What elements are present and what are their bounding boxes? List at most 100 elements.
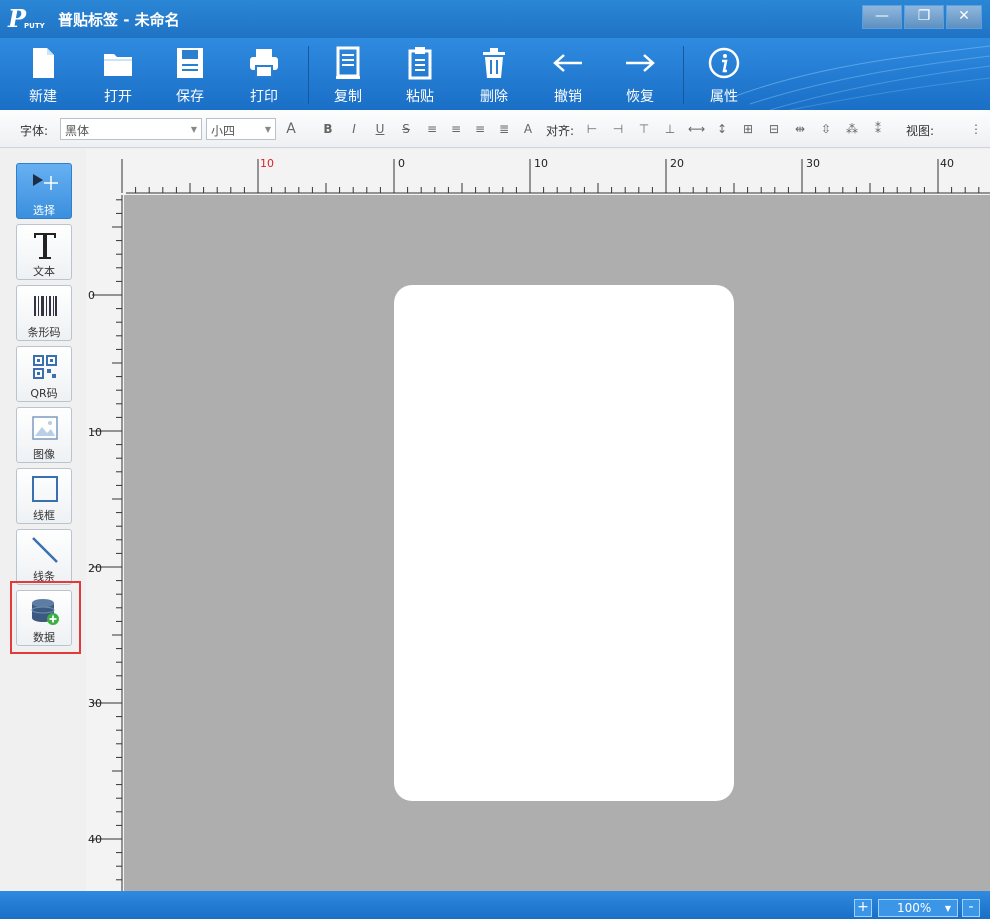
strikethrough-button[interactable]: S [398, 121, 414, 137]
toolbar-separator [683, 46, 684, 104]
image-icon [32, 416, 58, 440]
align-right-icon[interactable]: ≡ [472, 121, 488, 137]
paste-label: 粘贴 [406, 89, 434, 105]
h-ruler-label: 40 [940, 157, 954, 170]
spacing-vertical-icon[interactable]: ⁑ [870, 121, 886, 137]
new-button[interactable]: 新建 [13, 44, 73, 106]
v-ruler-label: 0 [88, 289, 95, 302]
view-label: 视图: [906, 124, 935, 138]
tool-qrcode[interactable]: QR码 [16, 346, 72, 402]
font-color-button[interactable]: A [520, 121, 536, 137]
vertical-ruler: 0 10 20 30 40 [86, 195, 124, 891]
undo-label: 撤销 [554, 89, 582, 105]
tool-image[interactable]: 图像 [16, 407, 72, 463]
chevron-down-icon: ▼ [944, 904, 951, 913]
minimize-button[interactable]: — [862, 5, 902, 29]
justify-icon[interactable]: ≣ [496, 121, 512, 137]
status-bar: + 100% ▼ - [0, 891, 990, 919]
undo-button[interactable]: 撤销 [538, 44, 598, 106]
tool-barcode[interactable]: 条形码 [16, 285, 72, 341]
design-canvas[interactable] [124, 195, 990, 891]
italic-button[interactable]: I [346, 121, 362, 137]
align-bottom-edge-icon[interactable]: ⊥ [662, 121, 678, 137]
font-size-select[interactable]: 小四 ▼ [206, 118, 276, 140]
tool-rectangle[interactable]: 线框 [16, 468, 72, 524]
chevron-down-icon: ▼ [190, 125, 197, 134]
underline-button[interactable]: U [372, 121, 388, 137]
tool-text[interactable]: 文本 [16, 224, 72, 280]
trash-icon [483, 48, 505, 78]
print-button[interactable]: 打印 [234, 44, 294, 106]
distribute-vertical-icon[interactable]: ⇳ [818, 121, 834, 137]
h-ruler-label: 10 [260, 157, 274, 170]
tool-text-label: 文本 [33, 265, 55, 278]
tool-palette: 选择 文本 条形码 QR码 图像 线框 线条 数据 [0, 149, 86, 891]
tool-select[interactable]: 选择 [16, 163, 72, 219]
qrcode-icon [33, 355, 57, 379]
view-options-icon[interactable]: ⋮ [968, 121, 984, 137]
align-center-icon[interactable]: ≡ [448, 121, 464, 137]
copy-button[interactable]: 复制 [318, 44, 378, 106]
tool-rectangle-label: 线框 [33, 509, 55, 522]
distribute-horizontal-icon[interactable]: ⇹ [792, 121, 808, 137]
paste-button[interactable]: 粘贴 [390, 44, 450, 106]
folder-icon [104, 54, 132, 76]
font-family-value: 黑体 [65, 124, 90, 138]
new-label: 新建 [29, 89, 57, 105]
label-sheet[interactable] [394, 285, 734, 801]
info-icon [708, 47, 740, 79]
properties-label: 属性 [710, 89, 738, 105]
zoom-value: 100% [897, 901, 932, 915]
align-left-edge-icon[interactable]: ⊢ [584, 121, 600, 137]
copy-icon [336, 46, 360, 79]
redo-button[interactable]: 恢复 [610, 44, 670, 106]
delete-button[interactable]: 删除 [464, 44, 524, 106]
zoom-out-button[interactable]: - [962, 899, 980, 917]
zoom-select[interactable]: 100% ▼ [878, 899, 958, 917]
printer-icon [250, 49, 278, 78]
open-label: 打开 [104, 89, 132, 105]
tool-barcode-label: 条形码 [27, 326, 61, 339]
new-file-icon [33, 48, 54, 78]
tool-line[interactable]: 线条 [16, 529, 72, 585]
app-logo: P PUTY [8, 4, 50, 34]
close-button[interactable]: ✕ [946, 5, 982, 29]
h-ruler-label: 30 [806, 157, 820, 170]
barcode-icon [34, 296, 57, 316]
chevron-down-icon: ▼ [264, 125, 271, 134]
redo-label: 恢复 [626, 89, 654, 105]
font-family-select[interactable]: 黑体 ▼ [60, 118, 202, 140]
save-button[interactable]: 保存 [160, 44, 220, 106]
redo-arrow-icon [626, 54, 655, 72]
align-label: 对齐: [546, 124, 575, 138]
window-title: 普贴标签 - 未命名 [58, 11, 180, 29]
tool-select-label: 选择 [33, 204, 55, 217]
highlight-box [10, 581, 81, 654]
open-button[interactable]: 打开 [88, 44, 148, 106]
grow-font-button[interactable]: A [283, 121, 299, 137]
toolbar-separator [308, 46, 309, 104]
restore-button[interactable]: ❐ [904, 5, 944, 29]
spacing-horizontal-icon[interactable]: ⁂ [844, 121, 860, 137]
h-ruler-label: 20 [670, 157, 684, 170]
v-ruler-label: 40 [88, 833, 102, 846]
center-vertical-icon[interactable]: ⊟ [766, 121, 782, 137]
horizontal-ruler: 10 0 10 20 30 40 [86, 149, 990, 195]
main-toolbar: 新建 打开 保存 打印 复制 粘贴 删除 撤销 恢复 属性 [0, 38, 990, 110]
align-left-icon[interactable]: ≡ [424, 121, 440, 137]
zoom-in-button[interactable]: + [854, 899, 872, 917]
undo-arrow-icon [553, 54, 582, 72]
bold-button[interactable]: B [320, 121, 336, 137]
h-ruler-label: 0 [398, 157, 405, 170]
h-ruler-label: 10 [534, 157, 548, 170]
logo-subtext: PUTY [24, 22, 45, 30]
v-ruler-label: 30 [88, 697, 102, 710]
format-bar: 字体: 黑体 ▼ 小四 ▼ A B I U S ≡ ≡ ≡ ≣ A 对齐: ⊢ … [0, 110, 990, 148]
properties-button[interactable]: 属性 [694, 44, 754, 106]
align-top-edge-icon[interactable]: ⊤ [636, 121, 652, 137]
center-horizontal-icon[interactable]: ⊞ [740, 121, 756, 137]
same-height-icon[interactable]: ↕ [714, 121, 730, 137]
align-right-edge-icon[interactable]: ⊣ [610, 121, 626, 137]
same-width-icon[interactable]: ⟷ [688, 121, 705, 137]
print-label: 打印 [250, 89, 278, 105]
